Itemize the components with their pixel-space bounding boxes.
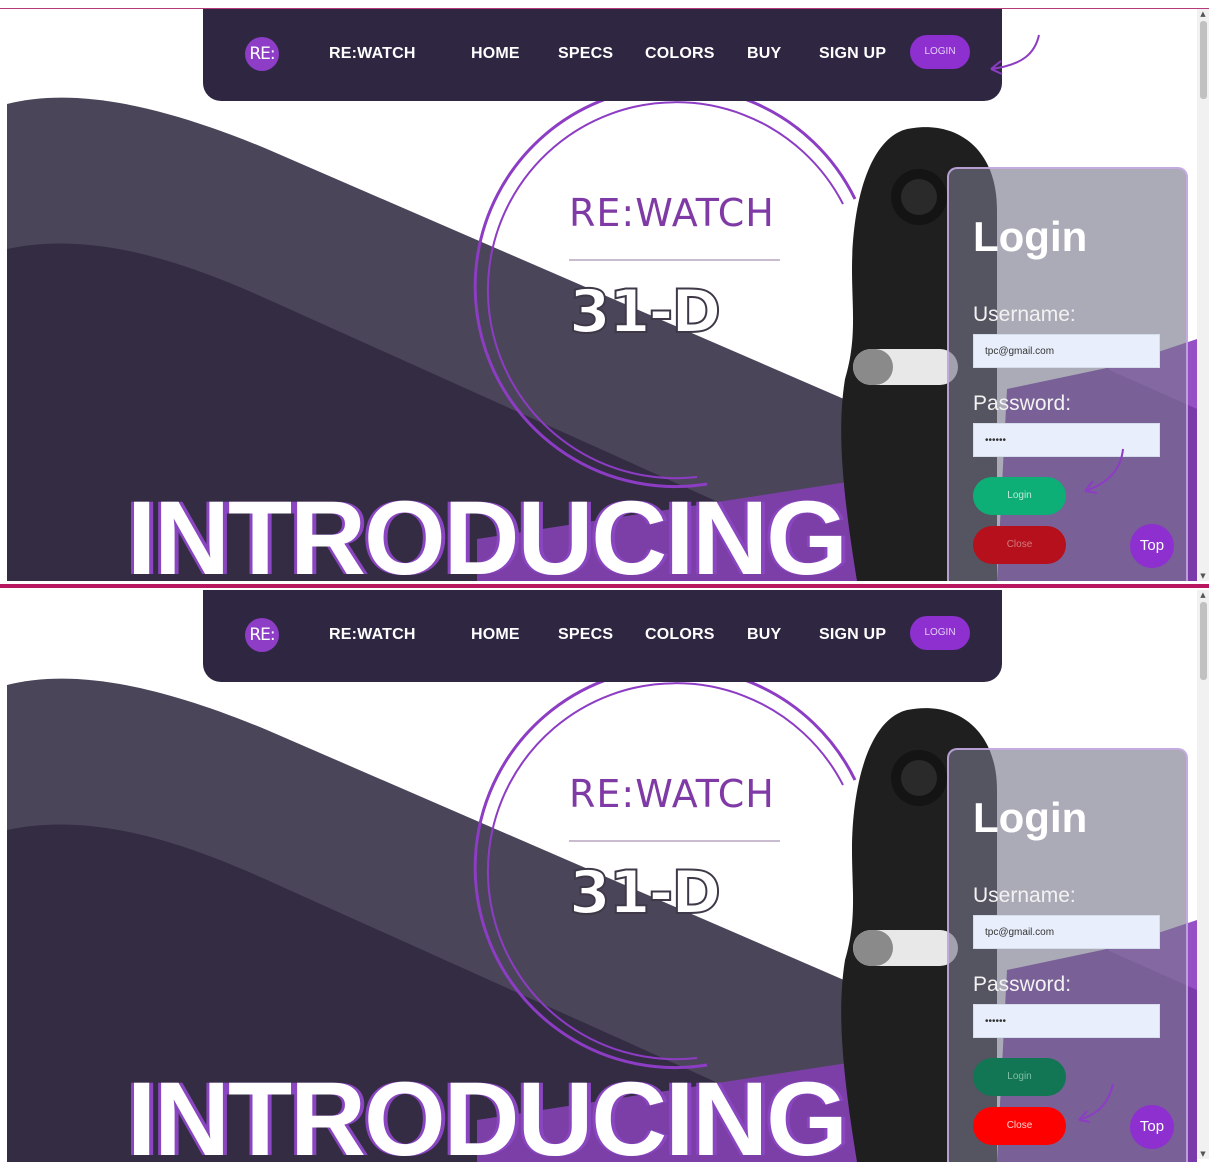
hero-model-text: 31-D (568, 857, 722, 929)
back-to-top-button[interactable]: Top (1130, 1105, 1174, 1149)
back-to-top-button[interactable]: Top (1130, 524, 1174, 568)
nav-item-sign-up[interactable]: SIGN UP (819, 45, 886, 63)
login-submit-button[interactable]: Login (973, 477, 1066, 515)
hero-brand-divider (569, 259, 780, 261)
nav-item-sign-up[interactable]: SIGN UP (819, 626, 886, 644)
scrollbar-thumb[interactable] (1200, 21, 1207, 99)
nav-item-specs[interactable]: SPECS (558, 626, 613, 644)
frame-divider (0, 584, 1209, 588)
scrollbar-thumb[interactable] (1200, 602, 1207, 680)
nav-item-home[interactable]: HOME (471, 626, 520, 644)
password-input[interactable]: •••••• (973, 423, 1160, 457)
logo-badge[interactable]: RE: (245, 37, 279, 71)
top-navbar: RE: RE:WATCH HOME SPECS COLORS BUY SIGN … (203, 9, 1002, 101)
scrollbar-frame-1[interactable]: ▲ ▼ (1197, 9, 1209, 581)
hero-headline: INTRODUCING (127, 480, 848, 581)
annotation-arrow-icon (1084, 448, 1124, 494)
login-panel: Login Username: tpc@gmail.com Password: … (947, 748, 1188, 1162)
nav-item-colors[interactable]: COLORS (645, 626, 715, 644)
login-submit-button[interactable]: Login (973, 1058, 1066, 1096)
screenshot-frame-2: RE: RE:WATCH HOME SPECS COLORS BUY SIGN … (7, 590, 1197, 1162)
annotation-arrow-icon (1078, 1083, 1114, 1123)
hero-model-text: 31-D (568, 276, 722, 348)
hero-brand-divider (569, 840, 780, 842)
close-button[interactable]: Close (973, 526, 1066, 564)
username-label: Username: (973, 303, 1076, 326)
logo-badge[interactable]: RE: (245, 618, 279, 652)
login-title: Login (973, 213, 1088, 260)
password-label: Password: (973, 973, 1072, 996)
hero-headline: INTRODUCING (127, 1061, 848, 1162)
nav-item-buy[interactable]: BUY (747, 626, 781, 644)
username-label: Username: (973, 884, 1076, 907)
screenshot-frame-1: RE: RE:WATCH HOME SPECS COLORS BUY SIGN … (7, 9, 1197, 581)
hero-brand-text: RE:WATCH (569, 191, 775, 235)
username-input[interactable]: tpc@gmail.com (973, 334, 1160, 368)
login-title: Login (973, 794, 1088, 841)
username-input[interactable]: tpc@gmail.com (973, 915, 1160, 949)
nav-login-button[interactable]: LOGIN (910, 616, 970, 650)
scrollbar-frame-2[interactable]: ▲ ▼ (1197, 590, 1209, 1159)
nav-item-buy[interactable]: BUY (747, 45, 781, 63)
nav-login-button[interactable]: LOGIN (910, 35, 970, 69)
password-label: Password: (973, 392, 1072, 415)
nav-item-specs[interactable]: SPECS (558, 45, 613, 63)
login-panel: Login Username: tpc@gmail.com Password: … (947, 167, 1188, 581)
hero-brand-text: RE:WATCH (569, 772, 775, 816)
nav-brand-link[interactable]: RE:WATCH (329, 626, 416, 644)
annotation-arrow-icon (990, 34, 1040, 75)
nav-item-home[interactable]: HOME (471, 45, 520, 63)
top-navbar: RE: RE:WATCH HOME SPECS COLORS BUY SIGN … (203, 590, 1002, 682)
nav-item-colors[interactable]: COLORS (645, 45, 715, 63)
nav-brand-link[interactable]: RE:WATCH (329, 45, 416, 63)
password-input[interactable]: •••••• (973, 1004, 1160, 1038)
close-button[interactable]: Close (973, 1107, 1066, 1145)
